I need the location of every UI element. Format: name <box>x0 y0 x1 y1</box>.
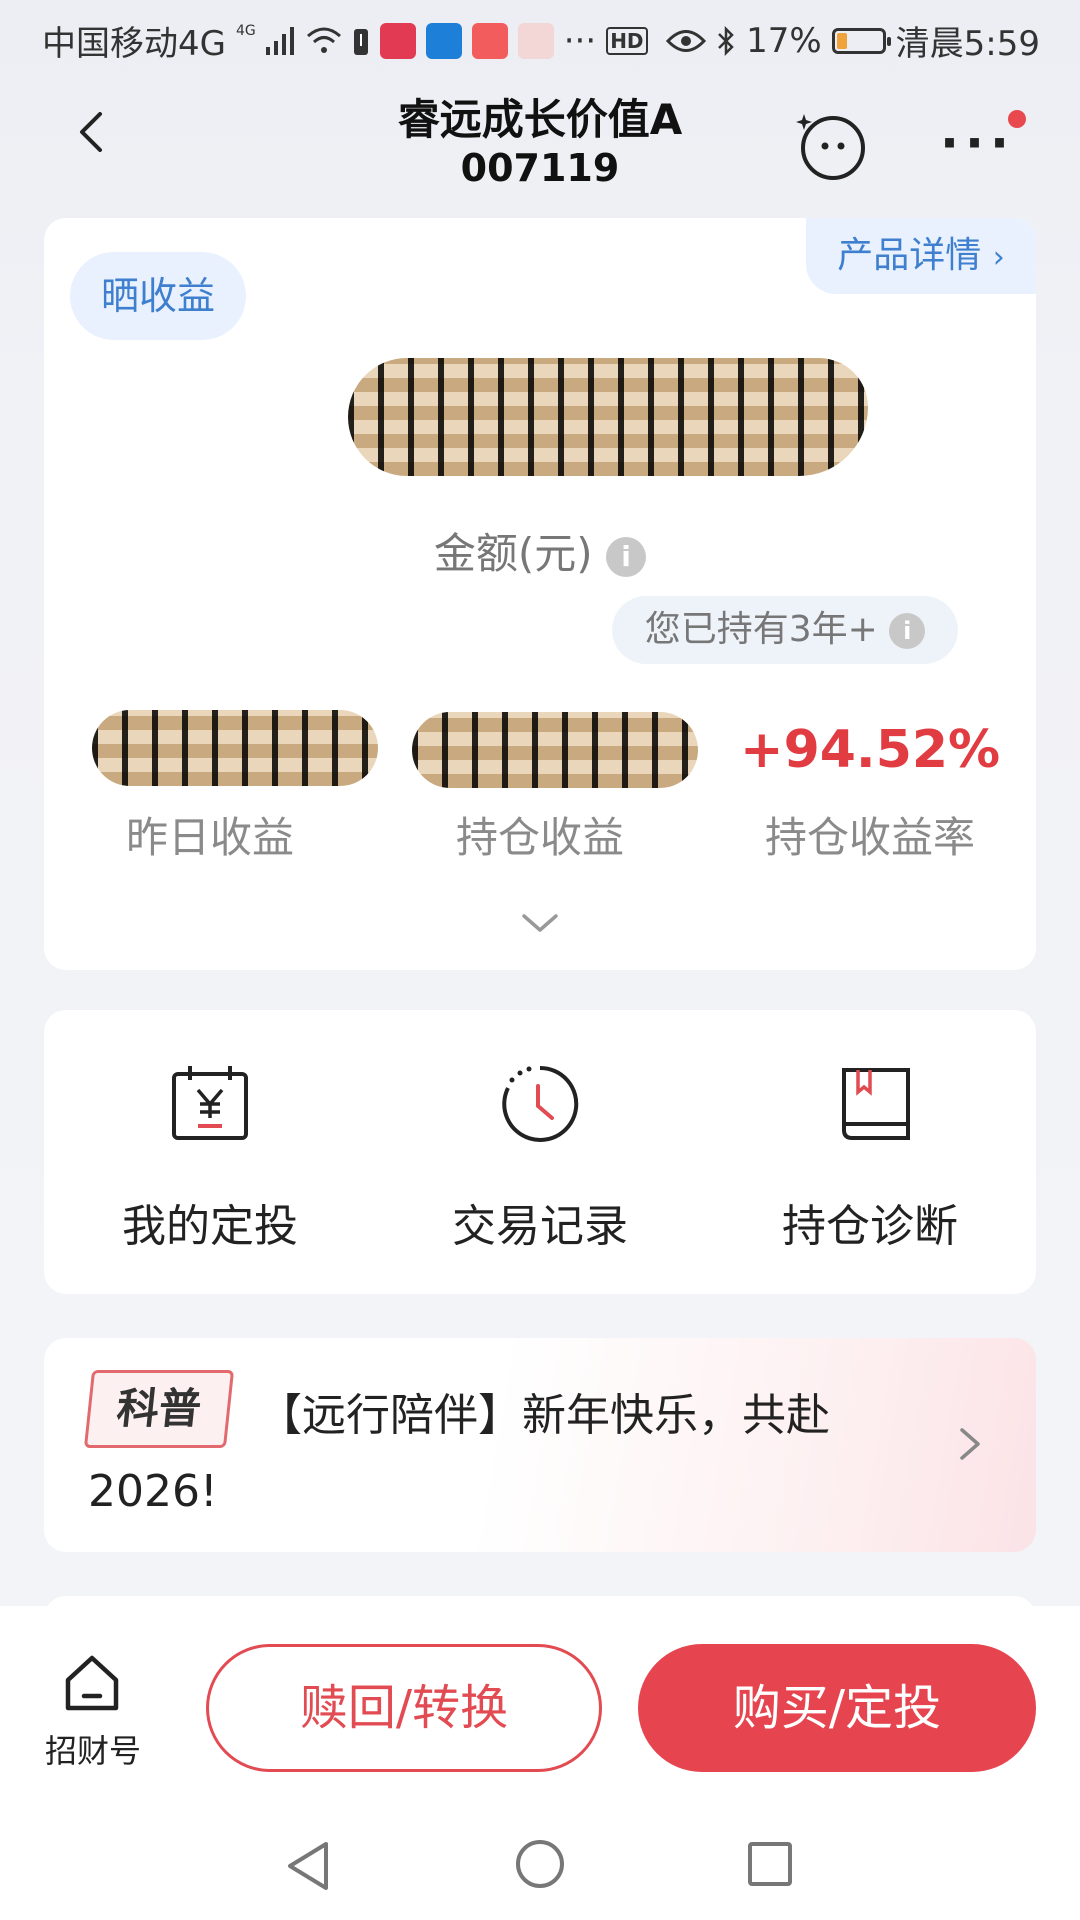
nav-home-icon[interactable] <box>516 1840 564 1888</box>
page-title: 睿远成长价值A <box>397 95 683 144</box>
redacted-amount <box>348 358 868 476</box>
battery-icon <box>831 27 891 54</box>
quick-action-diagnosis[interactable] <box>834 1060 918 1148</box>
status-bar: 中国移动4G 4G ··· HD 17% 清晨5:59 <box>0 0 1080 80</box>
product-detail-link[interactable]: 产品详情 › <box>806 218 1036 294</box>
holding-rate-value: +94.52% <box>740 720 1001 780</box>
redacted-yesterday-profit <box>92 710 378 786</box>
avatar-app-notification-icon <box>517 22 554 59</box>
buy-auto-invest-button[interactable]: 购买/定投 <box>638 1644 1036 1772</box>
red-app-notification-icon <box>471 22 508 59</box>
home-icon[interactable] <box>62 1652 122 1712</box>
held-duration-text: 您已持有3年+ <box>644 609 878 650</box>
wifi-icon <box>306 27 341 53</box>
chevron-right-icon[interactable] <box>958 1426 982 1462</box>
diagnosis-label[interactable]: 持仓诊断 <box>720 1190 1020 1254</box>
transactions-label[interactable]: 交易记录 <box>390 1190 690 1254</box>
alert-battery-icon <box>353 28 368 55</box>
more-icon[interactable]: ··· <box>940 118 1015 168</box>
fund-code: 007119 <box>460 146 620 190</box>
clock-history-icon <box>502 1065 579 1142</box>
battery-percent: 17% <box>746 20 822 61</box>
info-icon[interactable]: i <box>606 536 647 577</box>
redeem-convert-button[interactable]: 赎回/转换 <box>206 1644 602 1772</box>
status-left: 中国移动4G 4G ··· HD <box>42 16 648 65</box>
redacted-holding-profit <box>412 712 698 788</box>
chevron-down-icon[interactable] <box>520 908 560 938</box>
calendar-yen-icon <box>172 1066 248 1140</box>
info-icon: i <box>889 613 926 649</box>
holding-profit-label: 持仓收益 <box>455 813 624 862</box>
nav-back-icon[interactable] <box>284 1840 332 1892</box>
nav-recent-apps-icon[interactable] <box>748 1842 792 1886</box>
more-notifications-icon: ··· <box>563 20 597 61</box>
notification-dot <box>1008 110 1026 128</box>
news-tag: 科普 <box>83 1370 235 1448</box>
quick-action-auto-invest[interactable] <box>168 1060 252 1148</box>
product-detail-label: 产品详情 <box>837 235 982 276</box>
app-notification-icon <box>379 22 416 59</box>
signal-bars-icon <box>265 26 294 55</box>
yesterday-profit-label: 昨日收益 <box>125 813 294 862</box>
quick-action-transactions[interactable] <box>498 1062 582 1150</box>
hd-icon: HD <box>606 26 648 55</box>
bluetooth-icon <box>718 25 734 56</box>
auto-invest-label[interactable]: 我的定投 <box>60 1190 360 1254</box>
eye-icon <box>666 29 707 52</box>
status-right: 17% 清晨5:59 <box>666 16 1040 65</box>
holding-rate-label: 持仓收益率 <box>764 813 975 862</box>
share-profit-button[interactable]: 晒收益 <box>70 252 246 340</box>
amount-label: 金额(元) <box>433 529 593 578</box>
home-label[interactable]: 招财号 <box>38 1726 148 1772</box>
clock: 清晨5:59 <box>895 24 1040 64</box>
amount-label-row: 金额(元) i <box>0 520 1080 581</box>
held-duration-badge[interactable]: 您已持有3年+ i <box>612 596 958 664</box>
assistant-bot-icon[interactable] <box>796 108 870 182</box>
ai-app-notification-icon <box>425 22 462 59</box>
carrier-text: 中国移动4G <box>42 24 226 64</box>
chevron-right-icon: › <box>992 240 1005 275</box>
signal-icon: 4G <box>235 22 256 39</box>
book-bookmark-icon <box>842 1068 910 1140</box>
